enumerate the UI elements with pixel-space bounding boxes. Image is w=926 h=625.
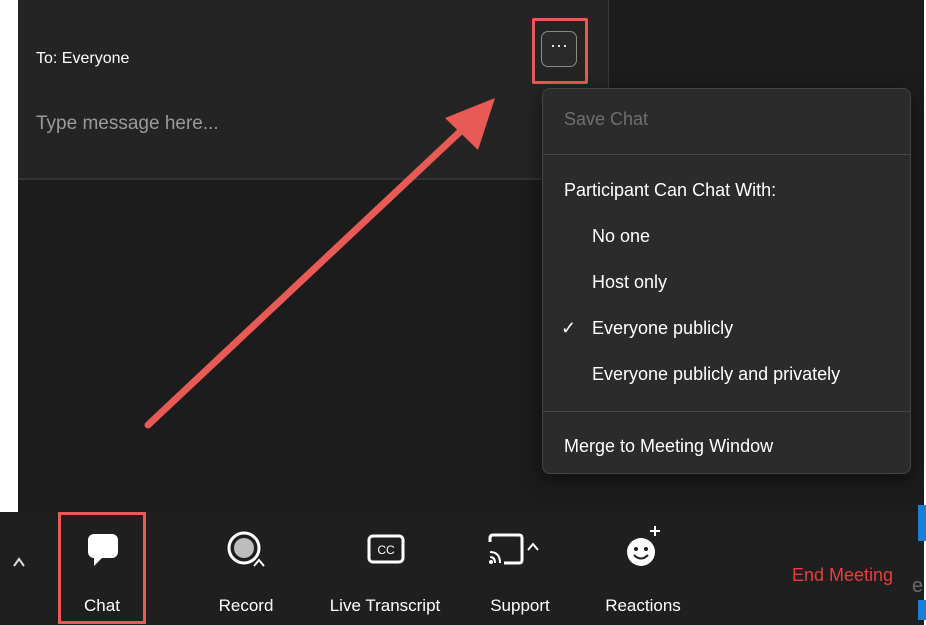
support-button[interactable]: Support [472, 512, 568, 625]
menu-option-label: Everyone publicly and privately [592, 364, 841, 384]
toolbar-label: Reactions [605, 596, 681, 615]
toolbar-label: Live Transcript [329, 596, 441, 615]
right-edge-blue-fragment [918, 600, 926, 620]
toolbar-label: Record [218, 596, 274, 615]
emoji-add-icon [627, 526, 660, 566]
right-edge-blue-fragment [918, 505, 926, 541]
menu-option-no-one[interactable]: No one [543, 226, 926, 247]
save-chat-item: Save Chat [564, 109, 649, 129]
participant-chat-header: Participant Can Chat With: [564, 180, 777, 200]
menu-divider [543, 154, 910, 155]
chat-options-menu: Save Chat Participant Can Chat With: No … [542, 88, 911, 474]
menu-option-label: Everyone publicly [592, 318, 734, 338]
menu-divider [543, 411, 910, 412]
merge-to-meeting-window-item[interactable]: Merge to Meeting Window [543, 436, 926, 457]
checkmark-icon: ✓ [561, 318, 577, 338]
toolbar-label: Support [490, 596, 550, 615]
record-button[interactable]: Record [196, 512, 296, 625]
record-icon [227, 531, 265, 567]
menu-option-label: Host only [592, 272, 668, 292]
zoom-meeting-screen: To: Everyone ··· Save Chat Participant C… [0, 0, 926, 625]
chat-button-highlight [58, 512, 146, 624]
right-edge-text-fragment: e [912, 575, 924, 597]
cc-icon: CC [367, 534, 405, 564]
screen-cast-icon [488, 533, 539, 565]
menu-option-label: No one [592, 226, 651, 246]
end-meeting-button[interactable]: End Meeting [792, 565, 893, 586]
reactions-button[interactable]: Reactions [593, 512, 693, 625]
chevron-up-icon[interactable] [12, 555, 26, 573]
menu-option-everyone-public-private[interactable]: Everyone publicly and privately [543, 364, 926, 385]
menu-option-everyone-publicly[interactable]: ✓ Everyone publicly [543, 318, 926, 339]
live-transcript-button[interactable]: CC Live Transcript [315, 512, 455, 625]
cc-text: CC [377, 543, 395, 557]
menu-option-host-only[interactable]: Host only [543, 272, 926, 293]
